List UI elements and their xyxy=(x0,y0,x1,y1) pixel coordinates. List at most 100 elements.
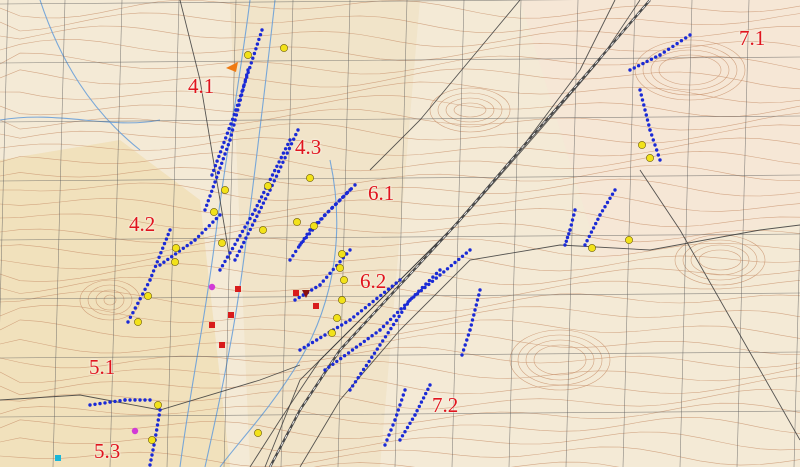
survey-point xyxy=(356,376,360,380)
survey-point xyxy=(193,238,197,242)
survey-point xyxy=(344,320,348,325)
survey-point xyxy=(567,232,571,236)
yellow-circle-marker xyxy=(310,222,318,230)
survey-point xyxy=(155,423,160,427)
survey-point xyxy=(424,391,428,396)
survey-point xyxy=(250,223,255,227)
survey-point xyxy=(585,239,589,243)
survey-point xyxy=(475,298,480,302)
survey-point xyxy=(215,175,219,179)
survey-point xyxy=(128,398,132,402)
survey-point xyxy=(394,281,398,285)
survey-point xyxy=(108,400,112,404)
survey-point xyxy=(288,138,292,142)
survey-point xyxy=(221,157,225,161)
survey-point xyxy=(234,113,239,117)
yellow-circle-marker xyxy=(306,174,314,182)
survey-point xyxy=(228,251,232,255)
survey-point xyxy=(359,371,363,376)
survey-point xyxy=(331,267,335,272)
survey-point xyxy=(306,343,310,347)
survey-point xyxy=(277,160,281,164)
survey-point xyxy=(430,279,435,283)
survey-point xyxy=(445,267,450,271)
survey-point xyxy=(427,282,431,287)
survey-point xyxy=(206,199,210,203)
red-square-marker xyxy=(219,342,225,348)
survey-point xyxy=(477,293,481,297)
survey-point xyxy=(392,314,396,318)
survey-point xyxy=(281,160,285,164)
survey-point xyxy=(220,264,225,268)
survey-point xyxy=(675,41,679,46)
survey-point xyxy=(158,263,162,267)
survey-point xyxy=(318,283,322,287)
survey-point xyxy=(589,230,594,234)
survey-point xyxy=(283,156,287,160)
survey-point xyxy=(628,68,632,72)
survey-point xyxy=(351,384,355,388)
survey-point xyxy=(378,343,382,347)
survey-point xyxy=(321,279,325,283)
survey-point xyxy=(330,206,334,210)
survey-point xyxy=(337,199,341,203)
survey-point xyxy=(150,273,154,278)
survey-point xyxy=(442,270,446,274)
survey-point xyxy=(684,36,688,40)
survey-point xyxy=(565,235,570,240)
survey-point xyxy=(155,260,159,264)
yellow-circle-marker xyxy=(218,239,226,247)
survey-point xyxy=(348,188,352,192)
survey-point xyxy=(449,263,453,268)
survey-point xyxy=(412,295,416,299)
survey-point xyxy=(224,136,228,140)
survey-point xyxy=(253,208,257,212)
survey-point xyxy=(457,257,461,262)
yellow-circle-marker xyxy=(338,296,346,304)
survey-point xyxy=(401,393,405,397)
survey-point xyxy=(386,331,390,335)
survey-point xyxy=(608,196,612,200)
survey-point xyxy=(208,194,212,198)
survey-point xyxy=(216,171,220,175)
survey-point xyxy=(361,367,366,372)
survey-point xyxy=(229,122,233,126)
red-square-marker xyxy=(313,303,319,309)
survey-point xyxy=(385,438,389,442)
survey-point xyxy=(389,326,393,331)
survey-point xyxy=(383,335,388,339)
survey-point xyxy=(217,154,221,159)
survey-point xyxy=(653,143,657,147)
survey-point xyxy=(227,126,231,131)
survey-point xyxy=(391,423,395,427)
survey-point xyxy=(348,318,352,322)
survey-point xyxy=(573,208,577,212)
survey-point xyxy=(255,203,259,208)
survey-point xyxy=(648,128,652,132)
survey-point xyxy=(642,103,646,107)
survey-point xyxy=(161,246,165,250)
survey-point xyxy=(353,183,357,187)
survey-point xyxy=(594,221,598,226)
survey-point xyxy=(159,251,163,255)
survey-point xyxy=(570,218,575,222)
yellow-circle-marker xyxy=(336,264,344,272)
survey-point xyxy=(259,195,264,199)
survey-point xyxy=(291,254,295,258)
survey-point xyxy=(148,398,152,402)
survey-point xyxy=(255,214,259,218)
yellow-circle-marker xyxy=(172,244,180,252)
map-graphic xyxy=(0,0,800,467)
survey-point xyxy=(413,413,417,417)
survey-point xyxy=(162,241,167,246)
survey-point xyxy=(136,301,140,305)
survey-point xyxy=(181,246,185,250)
survey-point xyxy=(151,269,156,273)
zone-label-5-3: 5.3 xyxy=(94,439,121,463)
survey-point xyxy=(268,177,272,182)
survey-point xyxy=(370,355,374,359)
survey-point xyxy=(230,128,235,132)
survey-point xyxy=(241,88,245,92)
magenta-marker xyxy=(208,283,216,291)
topographic-map[interactable]: 4.1 4.2 4.3 5.1 5.3 6.1 6.2 7.1 7.2 xyxy=(0,0,800,467)
